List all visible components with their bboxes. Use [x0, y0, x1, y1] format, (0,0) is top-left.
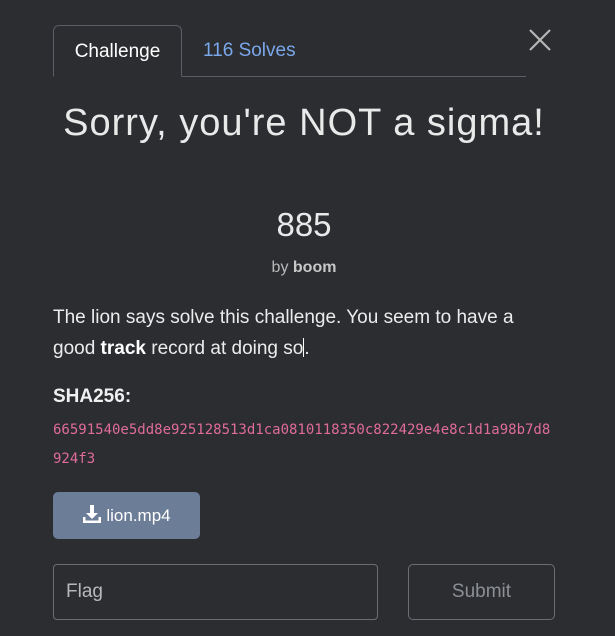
description-text-3: . — [304, 338, 310, 359]
download-file-label: lion.mp4 — [106, 506, 171, 525]
sha256-value: 66591540e5dd8e925128513d1ca0810118350c82… — [53, 422, 551, 467]
author-prefix: by — [271, 259, 289, 276]
submit-button[interactable]: Submit — [408, 564, 555, 620]
challenge-description: The lion says solve this challenge. You … — [53, 302, 553, 364]
tab-challenge[interactable]: Challenge — [53, 25, 182, 77]
download-file-button[interactable]: lion.mp4 — [53, 492, 200, 539]
close-icon[interactable] — [526, 26, 554, 54]
author-name: boom — [292, 259, 337, 276]
flag-input[interactable] — [53, 564, 378, 620]
challenge-title: Sorry, you're NOT a sigma! — [63, 102, 545, 144]
tab-bar: Challenge 116 Solves — [53, 25, 526, 77]
description-text-2: record at doing so — [145, 338, 304, 359]
description-bold-word: track — [100, 338, 146, 359]
challenge-points: 885 — [276, 206, 332, 243]
download-icon — [82, 495, 102, 542]
challenge-author: by boom — [53, 257, 555, 279]
sha256-label: SHA256: — [53, 386, 132, 407]
tab-solves[interactable]: 116 Solves — [203, 25, 296, 76]
